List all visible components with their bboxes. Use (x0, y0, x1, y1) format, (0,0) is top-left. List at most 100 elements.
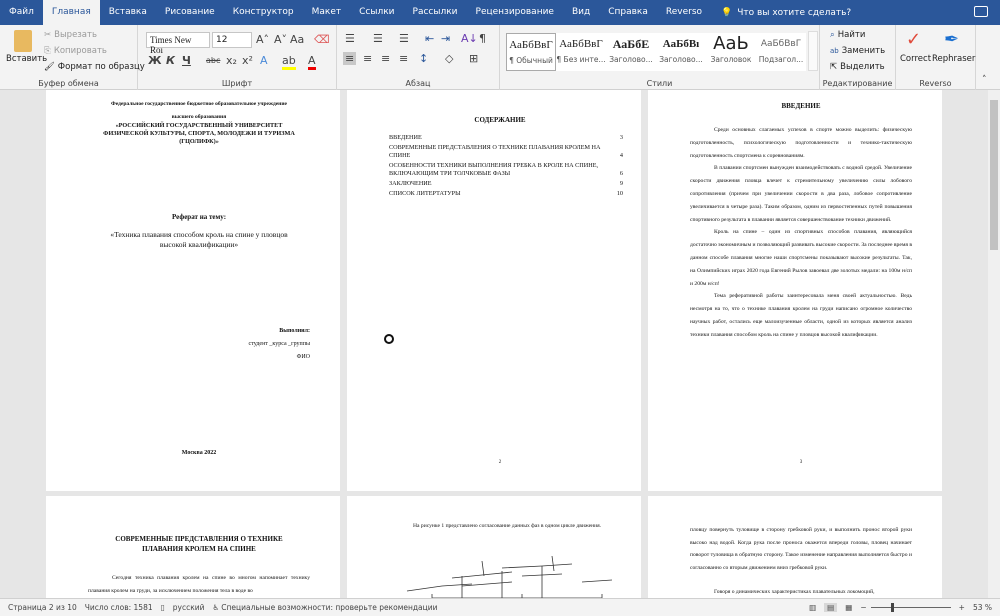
tab-0[interactable]: Файл (0, 0, 43, 25)
format-painter-button[interactable]: 🖌 Формат по образцу (44, 62, 145, 72)
clear-format-icon[interactable]: ⌫ (314, 33, 330, 46)
font-color-icon[interactable]: A (308, 54, 316, 70)
proofing-icon[interactable]: ▯ (161, 603, 165, 612)
increase-indent-icon[interactable]: ⇥ (441, 32, 450, 45)
tab-2[interactable]: Вставка (100, 0, 156, 25)
replace-button[interactable]: ab Заменить (830, 46, 885, 56)
zoom-slider[interactable] (870, 603, 951, 612)
reverso-label: Reverso (919, 79, 952, 88)
zoom-level[interactable]: 53 % (973, 603, 992, 612)
copy-button[interactable]: ⎘ Копировать (44, 46, 107, 56)
underline-button[interactable]: Ч (182, 54, 191, 67)
toc-entry-page: 4 (619, 152, 623, 159)
sort-icon[interactable]: A↓ (461, 32, 478, 45)
read-mode-icon[interactable]: ▥ (809, 603, 816, 612)
language[interactable]: русский (173, 603, 205, 612)
shading-icon[interactable]: ◇ (445, 52, 453, 65)
fio-line: ФИО (296, 354, 310, 360)
style-sample: АаБбВвГ (559, 38, 603, 50)
zoom-out-button[interactable]: − (860, 603, 866, 612)
comments-icon[interactable] (974, 6, 988, 17)
style-item[interactable]: АаБбВвГ ¶ Без инте... (556, 33, 606, 71)
style-item[interactable]: АаБбВı Заголово... (656, 33, 706, 71)
tab-4[interactable]: Конструктор (224, 0, 303, 25)
justify-icon[interactable]: ≡ (399, 52, 408, 65)
word-count[interactable]: Число слов: 1581 (85, 603, 153, 612)
font-size-select[interactable]: 12 (212, 32, 252, 48)
tab-11[interactable]: Reverso (657, 0, 711, 25)
grow-font-button[interactable]: A˄ (256, 33, 269, 46)
zoom-slider-thumb[interactable] (890, 603, 894, 612)
tab-5[interactable]: Макет (303, 0, 351, 25)
subscript-button[interactable]: x₂ (226, 54, 237, 67)
font-name-select[interactable]: Times New Roı (146, 32, 210, 55)
paste-icon (14, 30, 32, 52)
swimming-phases-figure (406, 556, 612, 598)
bold-button[interactable]: Ж (148, 54, 161, 67)
align-left-icon[interactable]: ≡ (343, 52, 357, 65)
brush-icon: 🖌 (44, 62, 55, 72)
toc-entry[interactable]: ОСОБЕННОСТИ ТЕХНИКИ ВЫПОЛНЕНИЯ ГРЕБКА В … (389, 162, 623, 178)
tab-9[interactable]: Вид (563, 0, 599, 25)
uni-line: ФИЗИЧЕСКОЙ КУЛЬТУРЫ, СПОРТА, МОЛОДЕЖИ И … (103, 130, 295, 137)
numbering-icon[interactable]: ☰ (373, 32, 383, 45)
multilevel-list-icon[interactable]: ☰ (399, 32, 409, 45)
accessibility-status[interactable]: Специальные возможности: проверьте реком… (221, 603, 437, 612)
pilcrow-icon[interactable]: ¶ (479, 32, 486, 45)
find-button[interactable]: ⌕ Найти (830, 30, 865, 40)
align-right-icon[interactable]: ≡ (381, 52, 390, 65)
paste-button[interactable]: Вставить (6, 54, 47, 64)
rephraser-button[interactable]: Rephraser (932, 54, 975, 64)
page-5: На рисунке 1 представлено согласование д… (347, 496, 641, 598)
highlight-icon[interactable]: ab (282, 54, 296, 70)
style-sample: АаБбЕ (612, 37, 650, 51)
decrease-indent-icon[interactable]: ⇤ (425, 32, 434, 45)
select-button[interactable]: ⇱ Выделить (830, 62, 885, 72)
paragraph: В плавании спортсмен вынужден взаимодейс… (690, 165, 912, 223)
style-item[interactable]: АаЬ Заголовок (706, 33, 756, 71)
line-spacing-icon[interactable]: ↕ (419, 52, 428, 65)
paragraph: Сегодня техника плавания кролем на спине… (88, 575, 310, 594)
print-layout-icon[interactable]: ▤ (824, 603, 838, 612)
correct-button[interactable]: Correct (900, 54, 931, 64)
toc-entry[interactable]: СПИСОК ЛИТЕРТАТУРЫ 10 (389, 190, 623, 198)
style-item[interactable]: АаБбВвГ ¶ Обычный (506, 33, 556, 71)
tab-7[interactable]: Рассылки (404, 0, 467, 25)
toc-entry-title: ВВЕДЕНИЕ (389, 134, 422, 141)
scrollbar-thumb[interactable] (990, 100, 998, 250)
styles-scroll[interactable] (808, 31, 818, 71)
align-center-icon[interactable]: ≡ (363, 52, 372, 65)
cursor-circle (384, 334, 394, 344)
vertical-scrollbar[interactable] (988, 90, 1000, 598)
shrink-font-button[interactable]: A˅ (274, 33, 287, 46)
toc-title: СОДЕРЖАНИЕ (474, 116, 526, 124)
toc-entry-page: 9 (619, 180, 623, 187)
change-case-button[interactable]: Aa (290, 33, 304, 46)
borders-icon[interactable]: ⊞ (469, 52, 478, 65)
zoom-in-button[interactable]: + (959, 603, 965, 612)
italic-button[interactable]: К (166, 54, 175, 67)
replace-icon: ab (830, 47, 839, 55)
essay-label: Реферат на тему: (171, 213, 227, 221)
page-count[interactable]: Страница 2 из 10 (8, 603, 77, 612)
tab-10[interactable]: Справка (599, 0, 657, 25)
web-layout-icon[interactable]: ▦ (845, 603, 852, 612)
superscript-button[interactable]: x² (242, 54, 253, 67)
toc-entry[interactable]: СОВРЕМЕННЫЕ ПРЕДСТАВЛЕНИЯ О ТЕХНИКЕ ПЛАВ… (389, 144, 623, 160)
tab-3[interactable]: Рисование (156, 0, 224, 25)
toc-entry[interactable]: ЗАКЛЮЧЕНИЕ 9 (389, 180, 623, 188)
text-effects-icon[interactable]: A (260, 54, 268, 67)
tab-6[interactable]: Ссылки (350, 0, 403, 25)
style-item[interactable]: АаБбВвГ Подзагол... (756, 33, 806, 71)
toc-entry[interactable]: ВВЕДЕНИЕ 3 (389, 134, 623, 142)
topic-line: высокой квалификации» (159, 240, 239, 249)
strikethrough-button[interactable]: abc (206, 56, 220, 65)
tab-8[interactable]: Рецензирование (467, 0, 563, 25)
search-icon: ⌕ (830, 30, 835, 40)
style-item[interactable]: АаБбЕ Заголово... (606, 33, 656, 71)
cut-button[interactable]: ✂ Вырезать (44, 30, 97, 40)
collapse-ribbon-icon[interactable]: ˄ (982, 75, 987, 85)
tell-me-search[interactable]: 💡 Что вы хотите сделать? (721, 8, 851, 18)
tab-1[interactable]: Главная (42, 0, 100, 25)
bullets-icon[interactable]: ☰ (345, 32, 355, 45)
